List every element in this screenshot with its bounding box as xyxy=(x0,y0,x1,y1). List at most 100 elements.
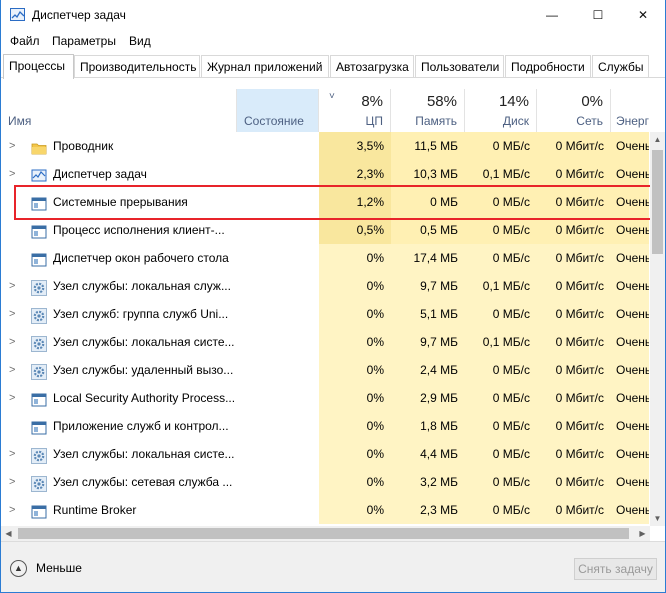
tab-processes[interactable]: Процессы xyxy=(3,54,74,79)
process-network-cell: 0 Мбит/с xyxy=(537,132,611,160)
process-network-cell: 0 Мбит/с xyxy=(537,356,611,384)
process-cpu-cell: 0% xyxy=(319,272,391,300)
process-row[interactable]: > Узел службы: локальная систе... 0% 4,4 МБ… xyxy=(1,440,649,468)
process-disk-cell: 0,1 МБ/с xyxy=(465,272,537,300)
tab-app-history[interactable]: Журнал приложений xyxy=(201,55,329,77)
expand-chevron-icon[interactable]: > xyxy=(9,356,19,384)
close-button[interactable]: ✕ xyxy=(620,0,666,30)
expand-chevron-icon[interactable]: > xyxy=(9,440,19,468)
menu-options[interactable]: Параметры xyxy=(52,34,116,48)
column-memory-label: Память xyxy=(415,114,457,128)
expand-chevron-icon[interactable]: > xyxy=(9,468,19,496)
process-power-cell: Очень xyxy=(611,300,649,328)
highlight-box xyxy=(14,185,652,220)
process-memory-cell: 2,9 МБ xyxy=(391,384,465,412)
tab-startup[interactable]: Автозагрузка xyxy=(330,55,414,77)
column-header-memory[interactable]: 58% Память xyxy=(391,89,465,132)
process-name: Узел службы: сетевая служба ... xyxy=(53,475,233,489)
process-row[interactable]: > Local Security Authority Process... 0% 2,… xyxy=(1,384,649,412)
column-power-label: Энергоп xyxy=(616,114,649,128)
process-power-cell: Очень xyxy=(611,244,649,272)
column-header-state[interactable]: Состояние xyxy=(237,89,319,132)
process-row[interactable]: > Узел служб: группа служб Uni... 0% 5,1 МБ… xyxy=(1,300,649,328)
tab-performance[interactable]: Производительность xyxy=(74,55,200,77)
expand-chevron-icon[interactable]: > xyxy=(9,496,19,524)
process-power-cell: Очень xyxy=(611,412,649,440)
vertical-scrollbar[interactable]: ▲ ▼ xyxy=(650,132,665,526)
minimize-button[interactable]: — xyxy=(529,0,575,30)
horizontal-scroll-thumb[interactable] xyxy=(18,528,629,539)
end-task-button[interactable]: Снять задачу xyxy=(574,558,657,580)
process-network-cell: 0 Мбит/с xyxy=(537,440,611,468)
process-name: Проводник xyxy=(53,139,114,153)
process-row[interactable]: Приложение служб и контрол... 0% 1,8 МБ 0 М… xyxy=(1,412,649,440)
service-gear-icon xyxy=(31,362,47,380)
title-bar[interactable]: Диспетчер задач — ☐ ✕ xyxy=(1,0,665,30)
scroll-down-icon[interactable]: ▼ xyxy=(650,511,665,526)
process-name: Узел службы: локальная служ... xyxy=(53,279,231,293)
process-row[interactable]: > Узел службы: удаленный вызо... 0% 2,4 МБ 0… xyxy=(1,356,649,384)
task-manager-app-icon xyxy=(10,8,25,21)
process-row[interactable]: Диспетчер окон рабочего стола 0% 17,4 МБ 0 … xyxy=(1,244,649,272)
process-network-cell: 0 Мбит/с xyxy=(537,384,611,412)
tab-services[interactable]: Службы xyxy=(592,55,649,77)
process-row[interactable]: > Узел службы: сетевая служба ... 0% 3,2 МБ… xyxy=(1,468,649,496)
process-name-cell: Диспетчер окон рабочего стола xyxy=(1,244,237,272)
process-network-cell: 0 Мбит/с xyxy=(537,216,611,244)
process-name: Узел службы: локальная систе... xyxy=(53,335,235,349)
process-disk-cell: 0 МБ/с xyxy=(465,496,537,524)
process-row[interactable]: > Диспетчер задач 2,3% 10,3 МБ 0,1 МБ/с 0 Мби… xyxy=(1,160,649,188)
column-header-network[interactable]: 0% Сеть xyxy=(537,89,611,132)
column-header-power[interactable]: Энергоп xyxy=(611,89,649,132)
menu-bar: Файл Параметры Вид xyxy=(1,31,665,51)
column-state-label: Состояние xyxy=(244,114,304,128)
vertical-scroll-thumb[interactable] xyxy=(652,150,663,254)
memory-total-percent: 58% xyxy=(426,93,457,110)
column-header-name[interactable]: Имя xyxy=(1,89,237,132)
process-row[interactable]: > Runtime Broker 0% 2,3 МБ 0 МБ/с 0 Мбит/с Оче… xyxy=(1,496,649,524)
process-cpu-cell: 0,5% xyxy=(319,216,391,244)
process-name-cell: > Runtime Broker xyxy=(1,496,237,524)
menu-view[interactable]: Вид xyxy=(129,34,151,48)
process-name-cell: > Узел службы: удаленный вызо... xyxy=(1,356,237,384)
process-name: Runtime Broker xyxy=(53,503,137,517)
process-memory-cell: 10,3 МБ xyxy=(391,160,465,188)
process-memory-cell: 4,4 МБ xyxy=(391,440,465,468)
fewer-details-button[interactable]: ▲ Меньше xyxy=(10,557,82,579)
task-manager-icon xyxy=(31,166,47,182)
process-power-cell: Очень xyxy=(611,160,649,188)
scroll-up-icon[interactable]: ▲ xyxy=(650,132,665,147)
expand-chevron-icon[interactable]: > xyxy=(9,300,19,328)
process-disk-cell: 0 МБ/с xyxy=(465,244,537,272)
expand-chevron-icon[interactable]: > xyxy=(9,160,19,188)
tab-users[interactable]: Пользователи xyxy=(415,55,504,77)
maximize-button[interactable]: ☐ xyxy=(575,0,621,30)
expand-chevron-icon[interactable]: > xyxy=(9,384,19,412)
expand-chevron-icon[interactable]: > xyxy=(9,272,19,300)
tab-details[interactable]: Подробности xyxy=(505,55,591,77)
horizontal-scrollbar[interactable]: ◀ ▶ xyxy=(1,526,650,541)
column-header-disk[interactable]: 14% Диск xyxy=(465,89,537,132)
process-name: Узел службы: удаленный вызо... xyxy=(53,363,234,377)
process-row[interactable]: > Узел службы: локальная систе... 0% 9,7 МБ… xyxy=(1,328,649,356)
column-name-label: Имя xyxy=(8,114,32,128)
folder-icon xyxy=(31,138,47,155)
process-state-cell xyxy=(237,160,319,188)
process-power-cell: Очень xyxy=(611,356,649,384)
process-row[interactable]: Процесс исполнения клиент-... 0,5% 0,5 МБ 0… xyxy=(1,216,649,244)
process-power-cell: Очень xyxy=(611,216,649,244)
column-network-label: Сеть xyxy=(576,114,603,128)
expand-chevron-icon[interactable]: > xyxy=(9,132,19,160)
process-state-cell xyxy=(237,412,319,440)
process-row[interactable]: > Узел службы: локальная служ... 0% 9,7 МБ 0… xyxy=(1,272,649,300)
process-row[interactable]: > Проводник 3,5% 11,5 МБ 0 МБ/с 0 Мбит/с Очень xyxy=(1,132,649,160)
column-header-cpu[interactable]: ˅ 8% ЦП xyxy=(319,89,391,132)
menu-file[interactable]: Файл xyxy=(10,34,40,48)
scroll-left-icon[interactable]: ◀ xyxy=(1,526,16,541)
process-network-cell: 0 Мбит/с xyxy=(537,412,611,440)
process-name-cell: > Диспетчер задач xyxy=(1,160,237,188)
column-cpu-label: ЦП xyxy=(365,114,383,128)
process-power-cell: Очень xyxy=(611,328,649,356)
scroll-right-icon[interactable]: ▶ xyxy=(635,526,650,541)
expand-chevron-icon[interactable]: > xyxy=(9,328,19,356)
